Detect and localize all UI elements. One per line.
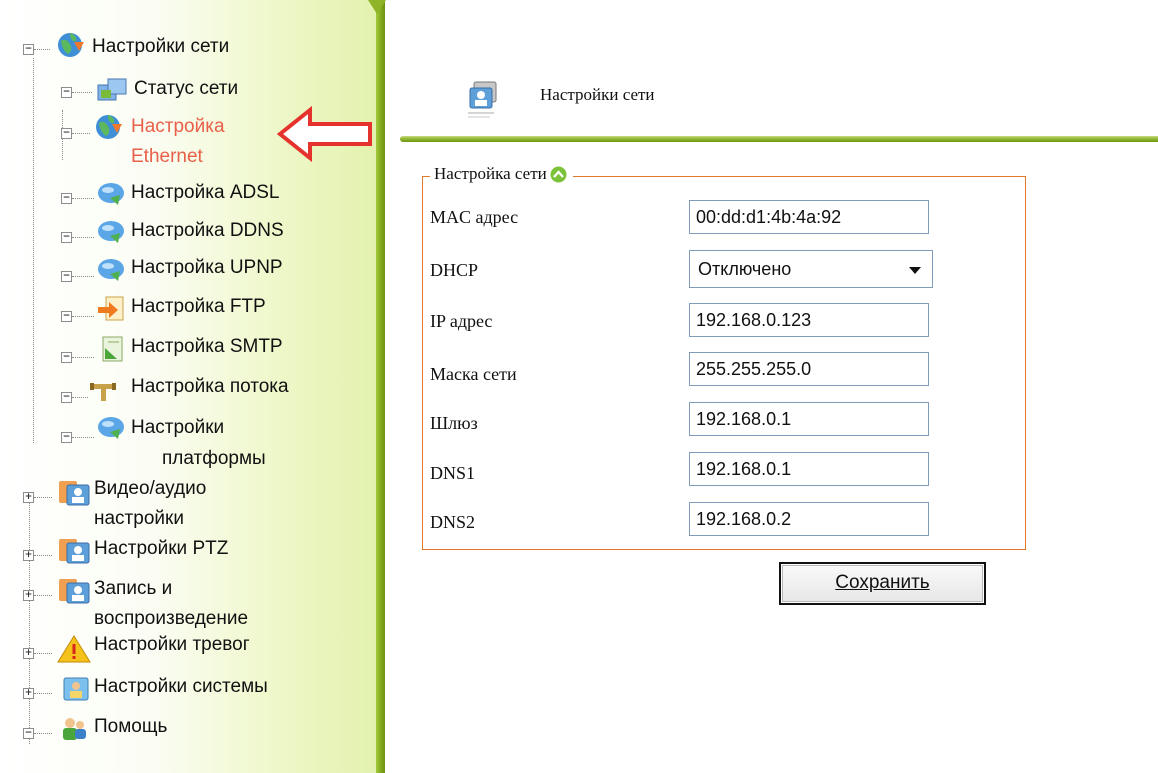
tree-item-label: Настройка потока [131,376,289,397]
dns2-label: DNS2 [430,512,476,532]
tree-item-label: Настройка [131,116,225,137]
subnet-mask-input[interactable]: 255.255.255.0 [689,352,929,386]
fieldset-legend-label: Настройка сети [434,164,547,183]
dhcp-label: DHCP [430,260,479,280]
collapse-toggle[interactable]: − [61,311,72,322]
collapse-toggle[interactable]: − [23,44,34,55]
tree-item-label: Настройки системы [94,676,268,697]
tree-item-label: Настройки PTZ [94,538,229,559]
tree-item-label: Настройки тревог [94,634,250,655]
tree-item-label-line2: воспроизведение [94,608,249,629]
speech-bubble-icon [98,417,124,439]
tree-item-label: Видео/аудио [94,478,207,499]
tree-item-label: Настройки сети [92,36,230,57]
network-status-icon [97,78,127,101]
dns2-input[interactable]: 192.168.0.2 [689,502,929,536]
collapse-up-icon[interactable] [550,166,567,183]
ip-address-input[interactable]: 192.168.0.123 [689,303,929,337]
tree-item-label: Настройки [131,417,225,438]
ip-address-label: IP адрес [430,311,493,331]
dns1-input[interactable]: 192.168.0.1 [689,452,929,486]
tree-connector [33,58,34,443]
collapse-toggle[interactable]: − [61,392,72,403]
user-card-icon [59,539,90,564]
tree-item-label: Настройка ADSL [131,182,280,203]
tree-item-label: Настройка UPNP [131,257,283,278]
save-button-label: Сохранить [835,572,930,593]
tree-item-label-line2: настройки [94,508,184,529]
sidebar-splitter-tip [368,0,386,14]
save-button[interactable]: Сохранить [779,562,986,605]
expand-toggle[interactable]: + [23,648,34,659]
header-divider [400,136,1158,142]
tree-item-label: Помощь [94,716,168,737]
speech-bubble-icon [98,183,124,205]
warning-icon [57,635,91,663]
expand-toggle[interactable]: + [23,590,34,601]
tree-item-label: Настройка SMTP [131,336,283,357]
mac-address-label: MAC адрес [430,207,519,227]
dhcp-select-value: Отключено [698,259,792,279]
mac-address-input[interactable]: 00:dd:d1:4b:4a:92 [689,200,929,234]
dhcp-select[interactable]: Отключено [689,250,933,288]
collapse-toggle[interactable]: − [61,87,72,98]
user-card-icon [59,579,90,604]
tree-connector [29,498,30,744]
tree-item-label: Настройка FTP [131,296,266,317]
tree-item-label: Запись и [94,578,173,599]
tree-item-label-line2: Ethernet [131,146,203,167]
collapse-toggle[interactable]: − [61,128,72,139]
pipe-icon [90,383,116,401]
collapse-toggle[interactable]: − [23,728,34,739]
collapse-toggle[interactable]: − [61,193,72,204]
annotation-arrow-icon [276,105,372,163]
speech-bubble-icon [98,221,124,243]
expand-toggle[interactable]: + [23,688,34,699]
globe-icon [58,33,84,57]
help-people-icon [63,718,86,740]
fieldset-legend: Настройка сети [430,164,573,184]
globe-icon [96,115,122,139]
network-settings-icon [468,81,497,118]
gateway-label: Шлюз [430,413,478,433]
sidebar-splitter[interactable] [376,0,385,773]
system-user-icon [63,677,89,701]
dropdown-arrow-icon [909,267,921,274]
smtp-icon [102,336,123,362]
page-title: Настройки сети [540,85,655,104]
user-card-icon [59,481,90,506]
collapse-toggle[interactable]: − [61,352,72,363]
speech-bubble-icon [98,259,124,281]
tree-item-label-line2: платформы [162,448,266,469]
expand-toggle[interactable]: + [23,492,34,503]
dns1-label: DNS1 [430,463,476,483]
expand-toggle[interactable]: + [23,550,34,561]
collapse-toggle[interactable]: − [61,271,72,282]
ftp-icon [98,296,124,321]
collapse-toggle[interactable]: − [61,232,72,243]
collapse-toggle[interactable]: − [61,432,72,443]
subnet-mask-label: Маска сети [430,364,517,384]
gateway-input[interactable]: 192.168.0.1 [689,402,929,436]
tree-item-label: Настройка DDNS [131,220,284,241]
tree-item-label: Статус сети [134,78,239,99]
